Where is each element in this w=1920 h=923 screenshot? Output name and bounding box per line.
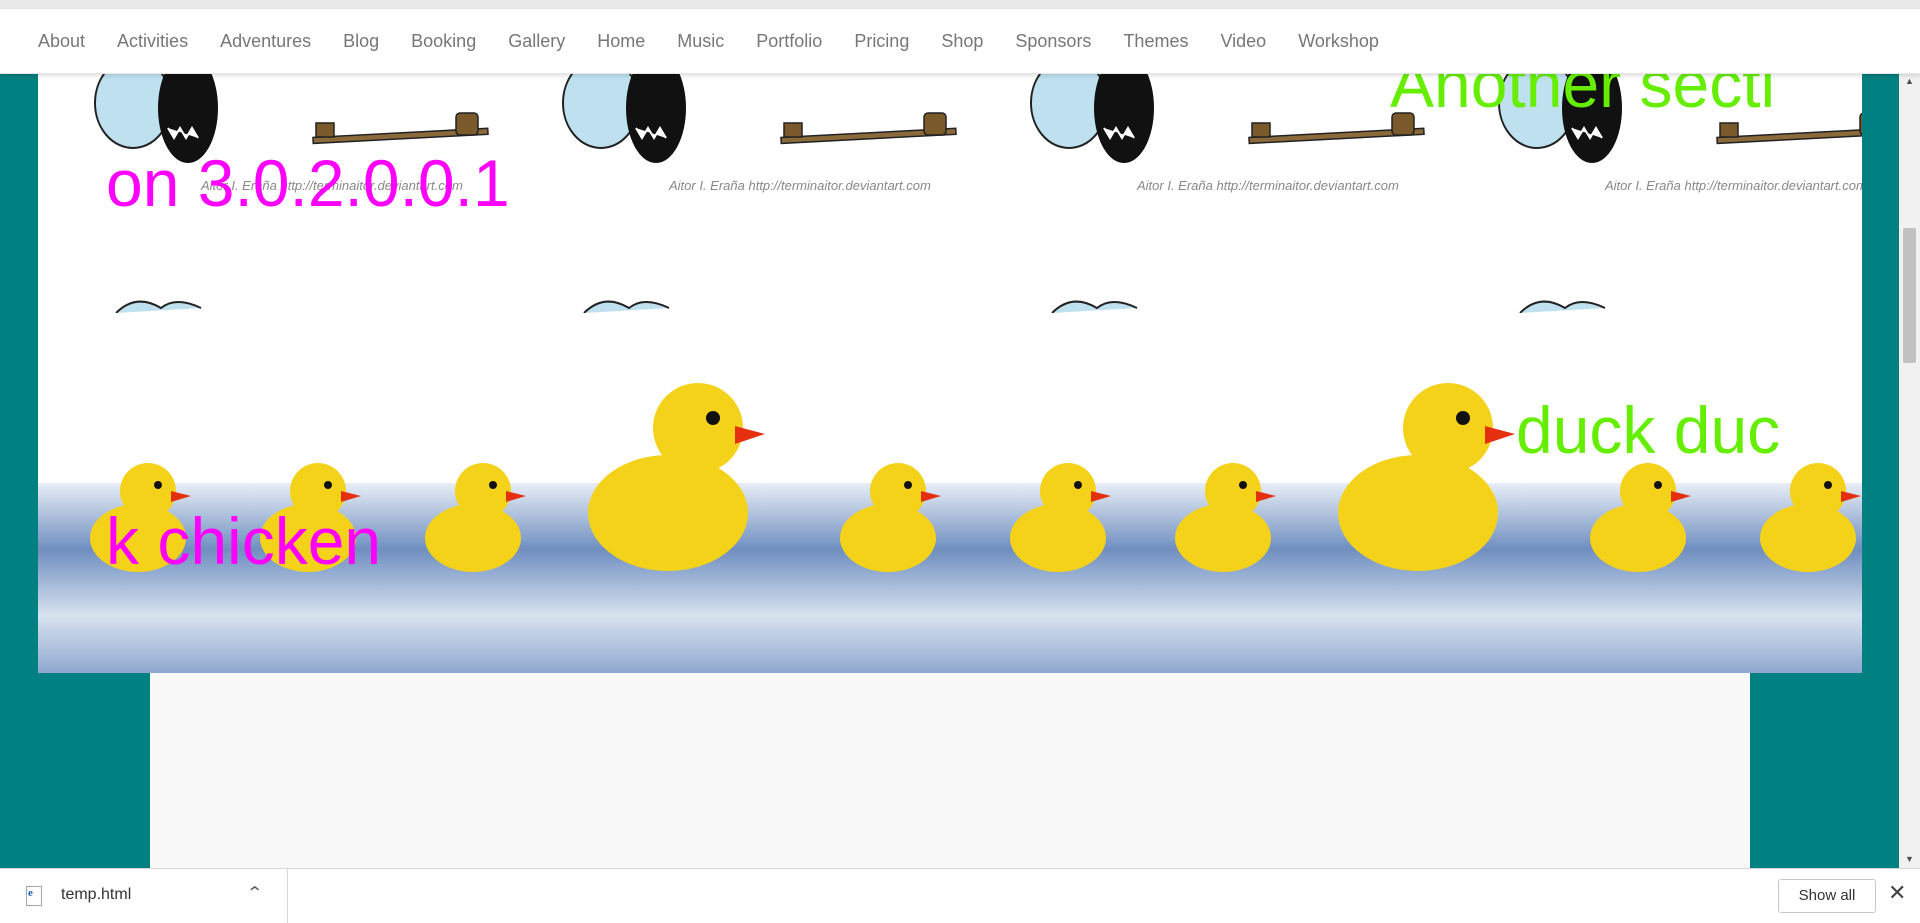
duck-tile (38, 313, 788, 673)
rubber-ducks-image (788, 313, 1538, 673)
close-icon[interactable]: ✕ (1888, 882, 1906, 904)
nav-item-adventures[interactable]: Adventures (204, 31, 327, 52)
nav-item-home[interactable]: Home (581, 31, 661, 52)
show-all-button[interactable]: Show all (1778, 879, 1876, 913)
nav-item-about[interactable]: About (22, 31, 101, 52)
nav-item-workshop[interactable]: Workshop (1282, 31, 1395, 52)
nav-item-booking[interactable]: Booking (395, 31, 492, 52)
duck-tile (788, 313, 1538, 673)
scroll-up-arrow-icon[interactable]: ▲ (1899, 73, 1920, 90)
scroll-thumb[interactable] (1903, 228, 1916, 363)
scroll-down-arrow-icon[interactable]: ▼ (1899, 851, 1920, 868)
rubber-ducks-image (1538, 313, 1862, 673)
section-ducks: duck duc k chicken (38, 313, 1862, 673)
chevron-up-icon[interactable]: ⌃ (246, 883, 263, 903)
cartoon-pattern-image: Aitor I. Eraña http://terminaitor.devian… (1030, 73, 1425, 313)
section-heading-chicken: k chicken (106, 504, 382, 578)
cartoon-tile: Aitor I. Eraña http://terminaitor.devian… (974, 73, 1442, 313)
nav-item-video[interactable]: Video (1204, 31, 1282, 52)
top-navbar: About Activities Adventures Blog Booking… (0, 9, 1920, 74)
nav-item-gallery[interactable]: Gallery (492, 31, 581, 52)
nav-item-themes[interactable]: Themes (1107, 31, 1204, 52)
nav-item-portfolio[interactable]: Portfolio (740, 31, 838, 52)
section-cartoon-pattern: Aitor I. Eraña http://terminaitor.devian… (38, 73, 1862, 313)
nav-item-blog[interactable]: Blog (327, 31, 395, 52)
download-filename: temp.html (61, 886, 132, 903)
nav-item-activities[interactable]: Activities (101, 31, 204, 52)
rubber-ducks-image (38, 313, 788, 673)
nav-list: About Activities Adventures Blog Booking… (22, 9, 1395, 73)
download-bar: e temp.html ⌃ Show all ✕ (0, 868, 1920, 923)
svg-text:Aitor I. Eraña http://terminai: Aitor I. Eraña http://terminaitor.devian… (1604, 178, 1862, 193)
section-heading-another: Another secti (1390, 73, 1776, 121)
nav-item-sponsors[interactable]: Sponsors (999, 31, 1107, 52)
svg-text:Aitor I. Eraña http://terminai: Aitor I. Eraña http://terminaitor.devian… (668, 178, 931, 193)
nav-item-pricing[interactable]: Pricing (838, 31, 925, 52)
download-item[interactable]: e temp.html ⌃ (0, 869, 288, 923)
nav-item-music[interactable]: Music (661, 31, 740, 52)
html-file-icon: e (26, 886, 42, 906)
section-heading-version: on 3.0.2.0.0.1 (106, 146, 510, 220)
browser-top-edge (0, 0, 1920, 9)
duck-tile (1538, 313, 1862, 673)
nav-item-shop[interactable]: Shop (925, 31, 999, 52)
section-heading-duck: duck duc (1516, 393, 1781, 467)
vertical-scrollbar[interactable]: ▲ ▼ (1899, 73, 1920, 868)
cartoon-pattern-image: Aitor I. Eraña http://terminaitor.devian… (562, 73, 957, 313)
cartoon-tile: Aitor I. Eraña http://terminaitor.devian… (506, 73, 974, 313)
svg-text:Aitor I. Eraña http://terminai: Aitor I. Eraña http://terminaitor.devian… (1136, 178, 1399, 193)
